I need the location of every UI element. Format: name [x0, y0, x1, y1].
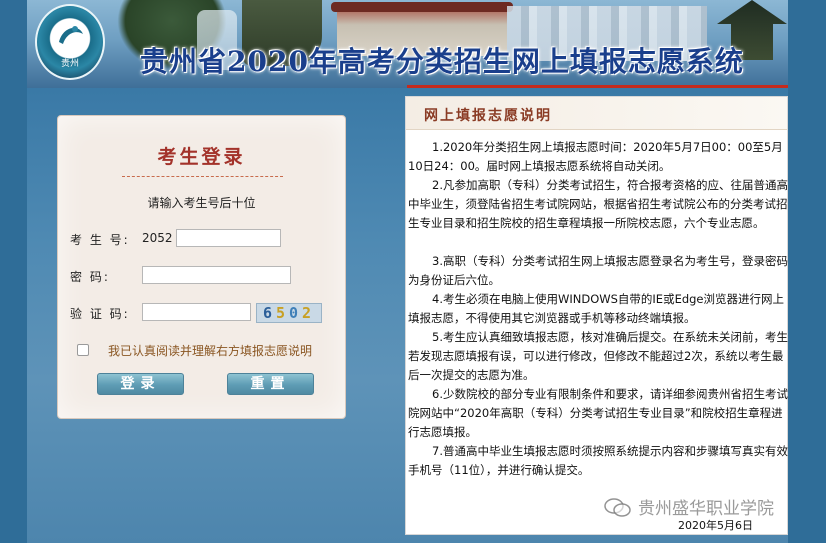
password-input[interactable] — [142, 266, 291, 284]
login-hint: 请输入考生号后十位 — [147, 196, 256, 210]
wechat-icon — [604, 498, 631, 517]
instruction-item: 5.考生应认真细致填报志愿，核对准确后提交。在系统未关闭前，考生若发现志愿填报有… — [408, 330, 788, 382]
instructions-header: 网上填报志愿说明 — [406, 97, 787, 130]
banner-accent-line — [407, 85, 788, 88]
watermark-text: 贵州盛华职业学院 — [638, 499, 774, 519]
password-label: 密 码: — [70, 270, 110, 284]
login-divider — [122, 176, 283, 177]
captcha-label: 验 证 码: — [70, 307, 130, 321]
left-margin — [0, 0, 27, 543]
captcha-char: 2 — [302, 304, 316, 322]
right-margin — [788, 0, 826, 543]
exam-no-input[interactable] — [176, 229, 281, 247]
instructions-title: 网上填报志愿说明 — [424, 108, 552, 124]
captcha-image[interactable]: 6502 — [256, 303, 322, 323]
reset-button[interactable]: 重置 — [227, 373, 314, 395]
captcha-char: 5 — [275, 304, 289, 322]
watermark: 贵州盛华职业学院 — [604, 492, 804, 522]
captcha-input[interactable] — [142, 303, 251, 321]
page-title: 贵州省2020年高考分类招生网上填报志愿系统 — [140, 45, 744, 78]
instruction-item: 1.2020年分类招生网上填报志愿时间：2020年5月7日00：00至5月10日… — [408, 140, 783, 173]
login-button[interactable]: 登录 — [97, 373, 184, 395]
captcha-char: 6 — [262, 304, 276, 322]
instruction-item: 7.普通高中毕业生填报志愿时须按照系统提示内容和步骤填写真实有效手机号（11位）… — [408, 444, 788, 477]
logo-text: 贵州 — [60, 59, 79, 69]
login-title: 考生登录 — [157, 146, 246, 168]
instruction-item: 2.凡参加高职（专科）分类考试招生，符合报考资格的应、往届普通高中毕业生，须登陆… — [408, 178, 788, 230]
logo: 贵州 — [35, 4, 105, 80]
instruction-item: 4.考生必须在电脑上使用WINDOWS自带的IE或Edge浏览器进行网上填报志愿… — [408, 292, 785, 325]
login-panel: 考生登录 请输入考生号后十位 考 生 号: 2052 密 码: 验 证 码: 6… — [57, 115, 346, 419]
logo-emblem-icon — [59, 26, 83, 44]
exam-no-prefix: 2052 — [142, 231, 173, 245]
exam-no-label: 考 生 号: — [70, 233, 130, 247]
instructions-panel: 网上填报志愿说明 1.2020年分类招生网上填报志愿时间：2020年5月7日00… — [405, 96, 788, 535]
instruction-item: 6.少数院校的部分专业有限制条件和要求，请详细参阅贵州省招生考试院网站中“202… — [408, 387, 788, 439]
instruction-item: 3.高职（专科）分类考试招生网上填报志愿登录名为考生号，登录密码为身份证后六位。 — [408, 254, 788, 287]
captcha-char: 0 — [289, 304, 303, 322]
agree-checkbox[interactable] — [77, 344, 89, 356]
agree-label[interactable]: 我已认真阅读并理解右方填报志愿说明 — [108, 342, 312, 359]
